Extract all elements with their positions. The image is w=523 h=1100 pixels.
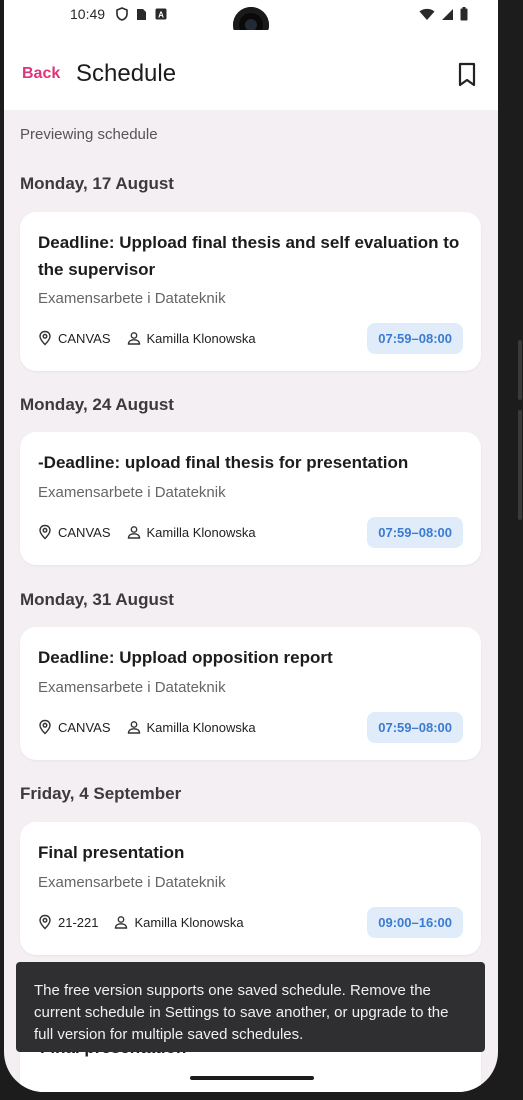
phone-frame: 10:49 A Back Schedule Previewing schedul…: [0, 0, 523, 1100]
event-location-text: CANVAS: [58, 524, 111, 540]
event-card[interactable]: Deadline: Uppload final thesis and self …: [20, 212, 481, 371]
time-chip: 07:59–08:00: [367, 323, 463, 354]
event-location: CANVAS: [38, 330, 111, 346]
event-title: Deadline: Uppload final thesis and self …: [38, 233, 460, 279]
location-pin-icon: [39, 719, 51, 735]
bookmark-icon[interactable]: [456, 62, 478, 88]
wifi-icon: [419, 8, 435, 20]
event-location: CANVAS: [38, 524, 111, 540]
page-title: Schedule: [76, 60, 177, 87]
person-icon: [127, 721, 140, 734]
event-teacher: Kamilla Klonowska: [114, 914, 244, 930]
event-teacher: Kamilla Klonowska: [127, 525, 256, 540]
volume-button: [518, 340, 522, 400]
event-title: -Deadline: upload final thesis for prese…: [38, 453, 409, 472]
power-button: [518, 410, 522, 520]
event-location: CANVAS: [38, 719, 111, 735]
person-icon: [115, 916, 128, 929]
event-meta: CANVAS Kamilla Klonowska: [38, 330, 256, 346]
time-chip: 07:59–08:00: [367, 712, 463, 743]
event-course: Examensarbete i Datateknik: [38, 679, 226, 696]
event-title: Deadline: Uppload opposition report: [38, 648, 333, 667]
event-course: Examensarbete i Datateknik: [38, 290, 226, 307]
status-icons-right: [419, 7, 468, 21]
app-notification-icon: A: [155, 8, 167, 20]
event-teacher-text: Kamilla Klonowska: [134, 914, 244, 930]
signal-icon: [442, 8, 453, 20]
event-teacher-text: Kamilla Klonowska: [146, 524, 256, 540]
sim-card-icon: [137, 8, 146, 20]
back-button[interactable]: Back: [22, 65, 60, 83]
event-card[interactable]: Final presentation Examensarbete i Datat…: [20, 822, 481, 955]
status-icons-left: A: [116, 7, 167, 21]
day-header: Monday, 31 August: [20, 590, 174, 609]
event-teacher-text: Kamilla Klonowska: [146, 330, 256, 346]
status-bar: 10:49 A: [4, 0, 498, 43]
time-chip: 07:59–08:00: [367, 517, 463, 548]
schedule-list[interactable]: Previewing schedule Monday, 17 August De…: [4, 110, 498, 1092]
person-icon: [127, 526, 140, 539]
event-title: Final presentation: [38, 843, 185, 862]
event-location-text: 21-221: [58, 914, 99, 930]
time-chip: 09:00–16:00: [367, 907, 463, 938]
home-indicator[interactable]: [190, 1076, 314, 1080]
battery-icon: [460, 7, 468, 21]
location-pin-icon: [39, 524, 51, 540]
day-header: Monday, 24 August: [20, 395, 174, 414]
person-icon: [127, 332, 140, 345]
screen: 10:49 A Back Schedule Previewing schedul…: [4, 0, 498, 1092]
event-card[interactable]: Deadline: Uppload opposition report Exam…: [20, 627, 481, 760]
event-meta: 21-221 Kamilla Klonowska: [38, 914, 244, 930]
location-pin-icon: [39, 914, 51, 930]
event-teacher: Kamilla Klonowska: [127, 720, 256, 735]
event-course: Examensarbete i Datateknik: [38, 484, 226, 501]
shield-icon: [116, 7, 128, 21]
event-location-text: CANVAS: [58, 719, 111, 735]
day-header: Friday, 4 September: [20, 784, 182, 803]
location-pin-icon: [39, 330, 51, 346]
event-meta: CANVAS Kamilla Klonowska: [38, 524, 256, 540]
event-teacher-text: Kamilla Klonowska: [146, 719, 256, 735]
status-time: 10:49: [70, 6, 106, 22]
day-header: Monday, 17 August: [20, 174, 174, 193]
event-location-text: CANVAS: [58, 330, 111, 346]
event-teacher: Kamilla Klonowska: [127, 331, 256, 346]
event-meta: CANVAS Kamilla Klonowska: [38, 719, 256, 735]
preview-label: Previewing schedule: [20, 126, 158, 143]
svg-text:A: A: [158, 11, 164, 20]
event-course: Examensarbete i Datateknik: [38, 874, 226, 891]
snackbar: The free version supports one saved sche…: [16, 962, 485, 1052]
event-card[interactable]: -Deadline: upload final thesis for prese…: [20, 432, 481, 565]
app-bar: Back Schedule: [4, 30, 498, 110]
event-location: 21-221: [38, 914, 98, 930]
